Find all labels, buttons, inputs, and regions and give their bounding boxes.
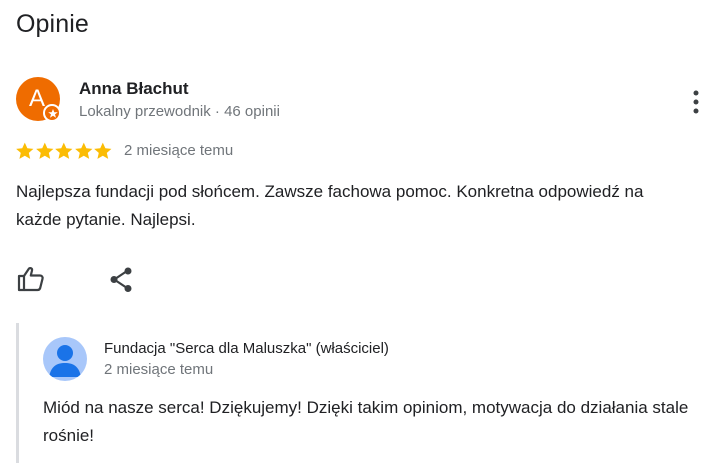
owner-name: Fundacja "Serca dla Maluszka" (właścicie… (104, 340, 389, 357)
reviewer-name[interactable]: Anna Błachut (79, 79, 189, 99)
star-icon (55, 142, 73, 159)
local-guide-badge-icon (43, 104, 61, 122)
owner-reply: Fundacja "Serca dla Maluszka" (właścicie… (16, 323, 709, 463)
reviews-section: Opinie A Anna Błachut Lokalny przewodnik… (0, 0, 720, 475)
share-button[interactable] (108, 266, 136, 294)
owner-reply-text: Miód na nasze serca! Dziękujemy! Dzięki … (43, 398, 689, 445)
owner-avatar (43, 337, 87, 381)
review-text: Najlepsza fundacji pod słońcem. Zawsze f… (16, 182, 644, 229)
star-icon (16, 142, 34, 159)
share-icon (110, 267, 132, 292)
star-icon (74, 142, 93, 159)
section-title: Opinie (16, 10, 89, 38)
review-date: 2 miesiące temu (124, 142, 234, 159)
star-icon (35, 142, 54, 159)
person-placeholder-icon (49, 345, 81, 377)
thumb-up-outline-icon (17, 267, 44, 292)
rating-stars (15, 141, 113, 161)
owner-reply-date: 2 miesiące temu (104, 361, 214, 378)
more-options-button[interactable] (684, 86, 708, 118)
star-icon (94, 142, 112, 159)
reviewer-meta: Lokalny przewodnik · 46 opinii (79, 103, 280, 120)
more-vert-icon (693, 90, 699, 114)
like-button[interactable] (16, 264, 46, 294)
